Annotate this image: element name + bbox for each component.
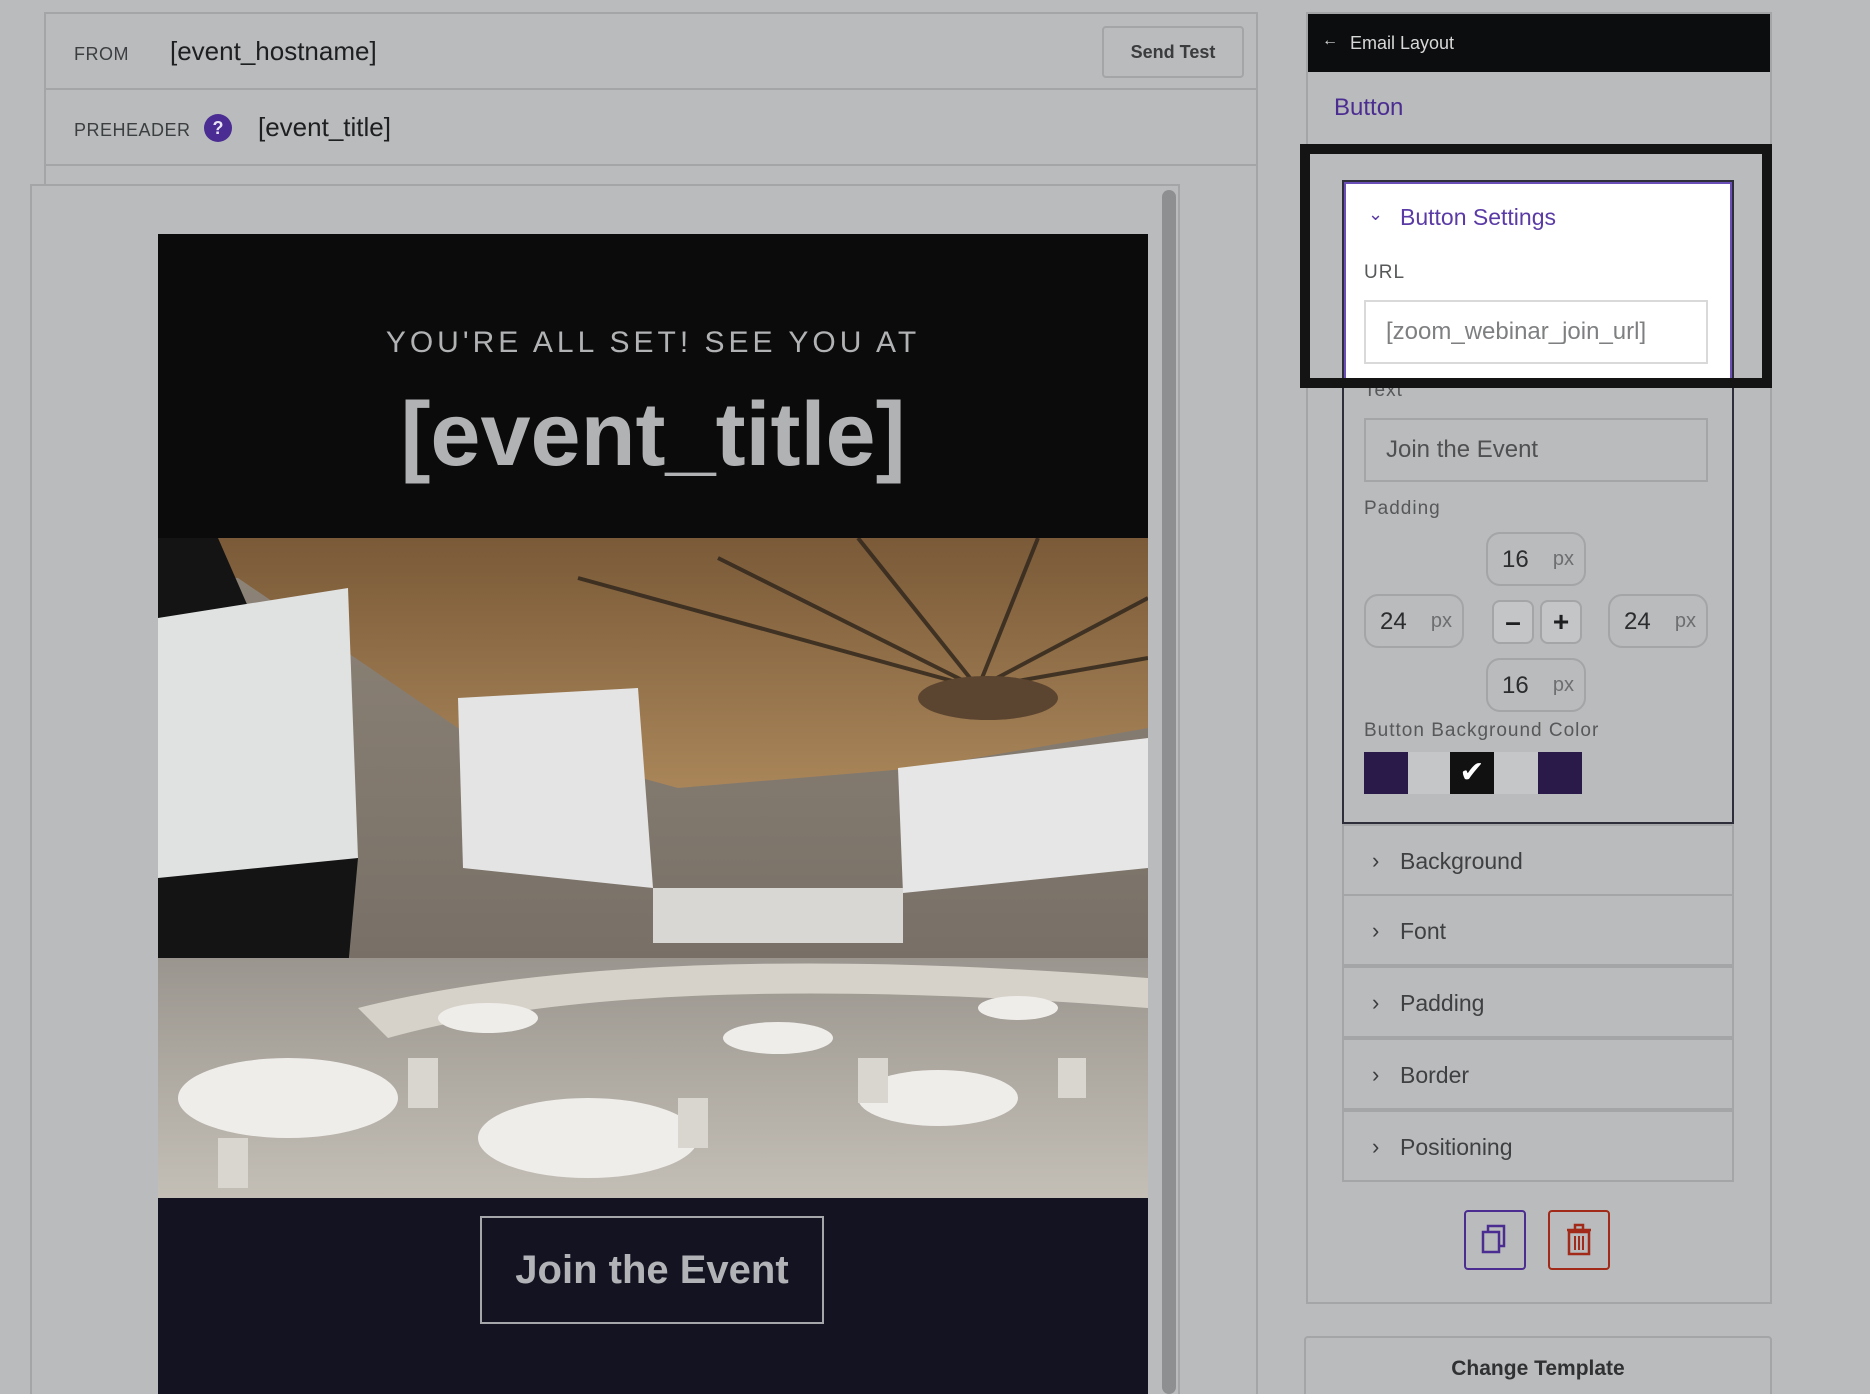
chevron-right-icon: › [1372,990,1380,1015]
email-canvas: YOU'RE ALL SET! SEE YOU AT [event_title] [158,234,1148,1394]
chevron-down-icon: ⌄ [1368,204,1384,224]
button-settings-title: Button Settings [1400,204,1556,230]
cta-section: Join the Event [158,1198,1148,1394]
from-value[interactable]: [event_hostname] [170,36,377,67]
accordion-label: Font [1400,918,1447,944]
preheader-value[interactable]: [event_title] [258,112,391,143]
accordion-padding[interactable]: › Padding [1342,966,1734,1038]
chevron-right-icon: › [1372,848,1380,873]
bg-color-label: Button Background Color [1364,720,1600,741]
padding-left-value: 24 [1380,608,1407,635]
padding-top-input[interactable]: 16 px [1486,532,1586,586]
hero-section[interactable]: YOU'RE ALL SET! SEE YOU AT [event_title] [158,234,1148,538]
text-label: Text [1364,380,1403,401]
help-icon[interactable]: ? [204,114,232,142]
swatch-dark-purple[interactable] [1364,752,1408,794]
padding-top-value: 16 [1502,546,1529,573]
accordion-background[interactable]: › Background [1342,824,1734,896]
button-settings-section: ⌄ Button Settings URL [zoom_webinar_join… [1342,180,1734,824]
back-label[interactable]: Email Layout [1350,33,1454,54]
send-test-button[interactable]: Send Test [1102,26,1244,78]
padding-decrease-button[interactable]: – [1492,600,1534,644]
preview-scrollbar[interactable] [1162,190,1176,1394]
accordion-font[interactable]: › Font [1342,894,1734,966]
panel-header[interactable]: ← Email Layout [1308,14,1770,72]
preheader-row: PREHEADER ? [event_title] [46,90,1256,166]
padding-right-input[interactable]: 24 px [1608,594,1708,648]
padding-top-unit: px [1552,548,1574,570]
swatch-light-gray[interactable] [1408,752,1452,794]
chevron-right-icon: › [1372,1134,1380,1159]
hero-kicker: YOU'RE ALL SET! SEE YOU AT [385,326,921,359]
from-label: FROM [74,44,129,64]
padding-bottom-value: 16 [1502,672,1529,699]
padding-right-value: 24 [1624,608,1651,635]
chevron-right-icon: › [1372,918,1380,943]
panel-title: Button [1334,94,1404,121]
padding-left-unit: px [1430,610,1452,632]
accordion-label: Background [1400,848,1523,874]
text-input[interactable]: Join the Event [1364,418,1708,482]
padding-label: Padding [1364,498,1441,519]
padding-right-unit: px [1674,610,1696,632]
url-input[interactable]: [zoom_webinar_join_url] [1364,300,1708,364]
url-label: URL [1364,262,1406,283]
change-template-button[interactable]: Change Template [1304,1336,1772,1394]
accordion-positioning[interactable]: › Positioning [1342,1110,1734,1182]
padding-bottom-unit: px [1552,674,1574,696]
swatch-gray[interactable] [1494,752,1538,794]
duplicate-button[interactable] [1464,1210,1526,1270]
accordion-label: Padding [1400,990,1485,1016]
padding-increase-button[interactable]: + [1540,600,1582,644]
swatch-purple[interactable] [1538,752,1582,794]
check-icon: ✔ [1459,756,1485,789]
copy-icon [1481,1224,1506,1254]
from-row: FROM [event_hostname] Send Test [46,14,1256,90]
button-settings-header[interactable]: ⌄ Button Settings [1344,182,1732,248]
preheader-label: PREHEADER [74,120,191,140]
padding-bottom-input[interactable]: 16 px [1486,658,1586,712]
auditorium-photo[interactable] [158,538,1148,1198]
hero-title: [event_title] [400,385,906,485]
swatch-black-selected[interactable]: ✔ [1450,752,1494,794]
trash-icon [1567,1223,1591,1256]
chevron-right-icon: › [1372,1062,1380,1087]
arrow-left-icon[interactable]: ← [1322,32,1338,50]
padding-left-input[interactable]: 24 px [1364,594,1464,648]
accordion-border[interactable]: › Border [1342,1038,1734,1110]
join-event-button[interactable]: Join the Event [480,1216,824,1324]
delete-button[interactable] [1548,1210,1610,1270]
auditorium-image [158,538,1148,1198]
accordion-label: Border [1400,1062,1470,1088]
accordion-label: Positioning [1400,1134,1513,1160]
